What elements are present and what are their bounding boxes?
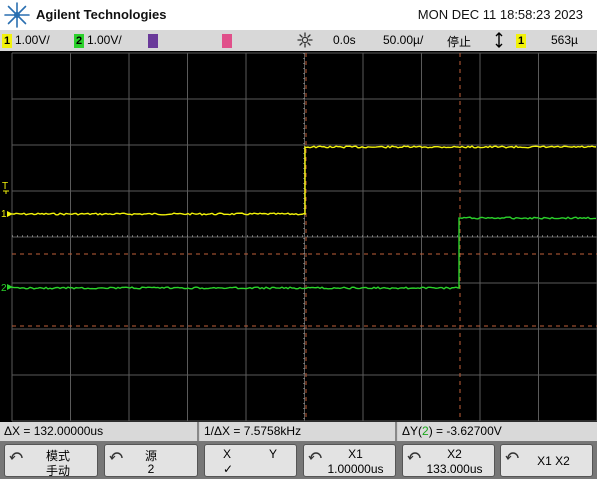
trigger-source-badge: 1 (516, 33, 526, 48)
ch3-status[interactable]: 3 (148, 33, 161, 48)
ch3-badge: 3 (148, 33, 158, 48)
x1x2-label: X1 X2 (537, 454, 570, 468)
xy-softkey[interactable]: X Y ✓ (204, 444, 297, 477)
ch4-status[interactable]: 4 (222, 33, 235, 48)
x2-label: X2 (447, 447, 462, 461)
title-bar: Agilent Technologies MON DEC 11 18:58:23… (0, 0, 597, 30)
source-value: 2 (147, 462, 155, 476)
ch1-badge: 1 (2, 33, 12, 48)
x2-softkey[interactable]: X2 133.000us (402, 444, 495, 477)
trigger-edge-icon (493, 32, 505, 51)
ch2-status[interactable]: 2 1.00V/ (74, 33, 122, 48)
inverse-delta-x-readout: 1/ΔX = 7.5758kHz (200, 422, 397, 441)
svg-text:T: T (2, 181, 8, 192)
delay-value[interactable]: 0.0s (333, 33, 356, 47)
trigger-level[interactable]: 563µ (551, 33, 578, 47)
agilent-spark-icon (4, 2, 30, 28)
ch1-scale: 1.00V/ (15, 33, 50, 47)
x1-value: 1.00000us (327, 462, 384, 476)
x-selected-check: ✓ (223, 462, 234, 476)
ch2-ground-marker[interactable]: 2 (1, 283, 13, 294)
source-softkey[interactable]: 源 2 (104, 444, 198, 477)
delta-y-channel: 2 (422, 424, 429, 438)
ch2-badge: 2 (74, 33, 84, 48)
waveform-display[interactable]: T 1 2 (0, 51, 597, 422)
run-state: 停止 (447, 35, 472, 49)
delta-x-readout: ΔX = 132.00000us (0, 422, 199, 441)
ch4-badge: 4 (222, 33, 232, 48)
brand-name: Agilent Technologies (36, 7, 167, 22)
waveform-canvas: T 1 2 (1, 52, 597, 422)
svg-text:2: 2 (1, 283, 7, 294)
delta-y-readout: ΔY(2) = -3.62700V (398, 422, 597, 441)
x1-label: X1 (348, 447, 363, 461)
softkey-bar: 模式 手动 源 2 X Y ✓ X1 1.00000us X2 133.000u… (0, 441, 597, 479)
channel-status-bar: 1 1.00V/ 2 1.00V/ 3 4 0.0s 50.00µ/ 停止 1 56… (0, 30, 597, 51)
mode-value: 手动 (45, 464, 70, 478)
ch1-ground-marker[interactable]: 1 (1, 209, 13, 220)
x2-value: 133.000us (426, 462, 483, 476)
trigger-source[interactable]: 1 (516, 33, 529, 48)
x-option: X (223, 447, 232, 461)
mode-softkey[interactable]: 模式 手动 (4, 444, 98, 478)
date-time: MON DEC 11 18:58:23 2023 (417, 7, 583, 22)
trigger-position-icon (297, 32, 313, 51)
delta-y-prefix: ΔY( (402, 424, 423, 438)
measurement-bar: ΔX = 132.00000us 1/ΔX = 7.5758kHz ΔY(2) … (0, 422, 597, 441)
timebase-value[interactable]: 50.00µ/ (383, 33, 423, 47)
ch2-scale: 1.00V/ (87, 33, 122, 47)
x1x2-softkey[interactable]: X1 X2 (500, 444, 593, 477)
delta-y-value: ) = -3.62700V (428, 424, 502, 438)
ch1-status[interactable]: 1 1.00V/ (2, 33, 50, 48)
y-option: Y (269, 447, 278, 461)
trigger-level-marker[interactable]: T (2, 181, 9, 194)
x1-softkey[interactable]: X1 1.00000us (303, 444, 396, 477)
svg-text:1: 1 (1, 209, 7, 220)
